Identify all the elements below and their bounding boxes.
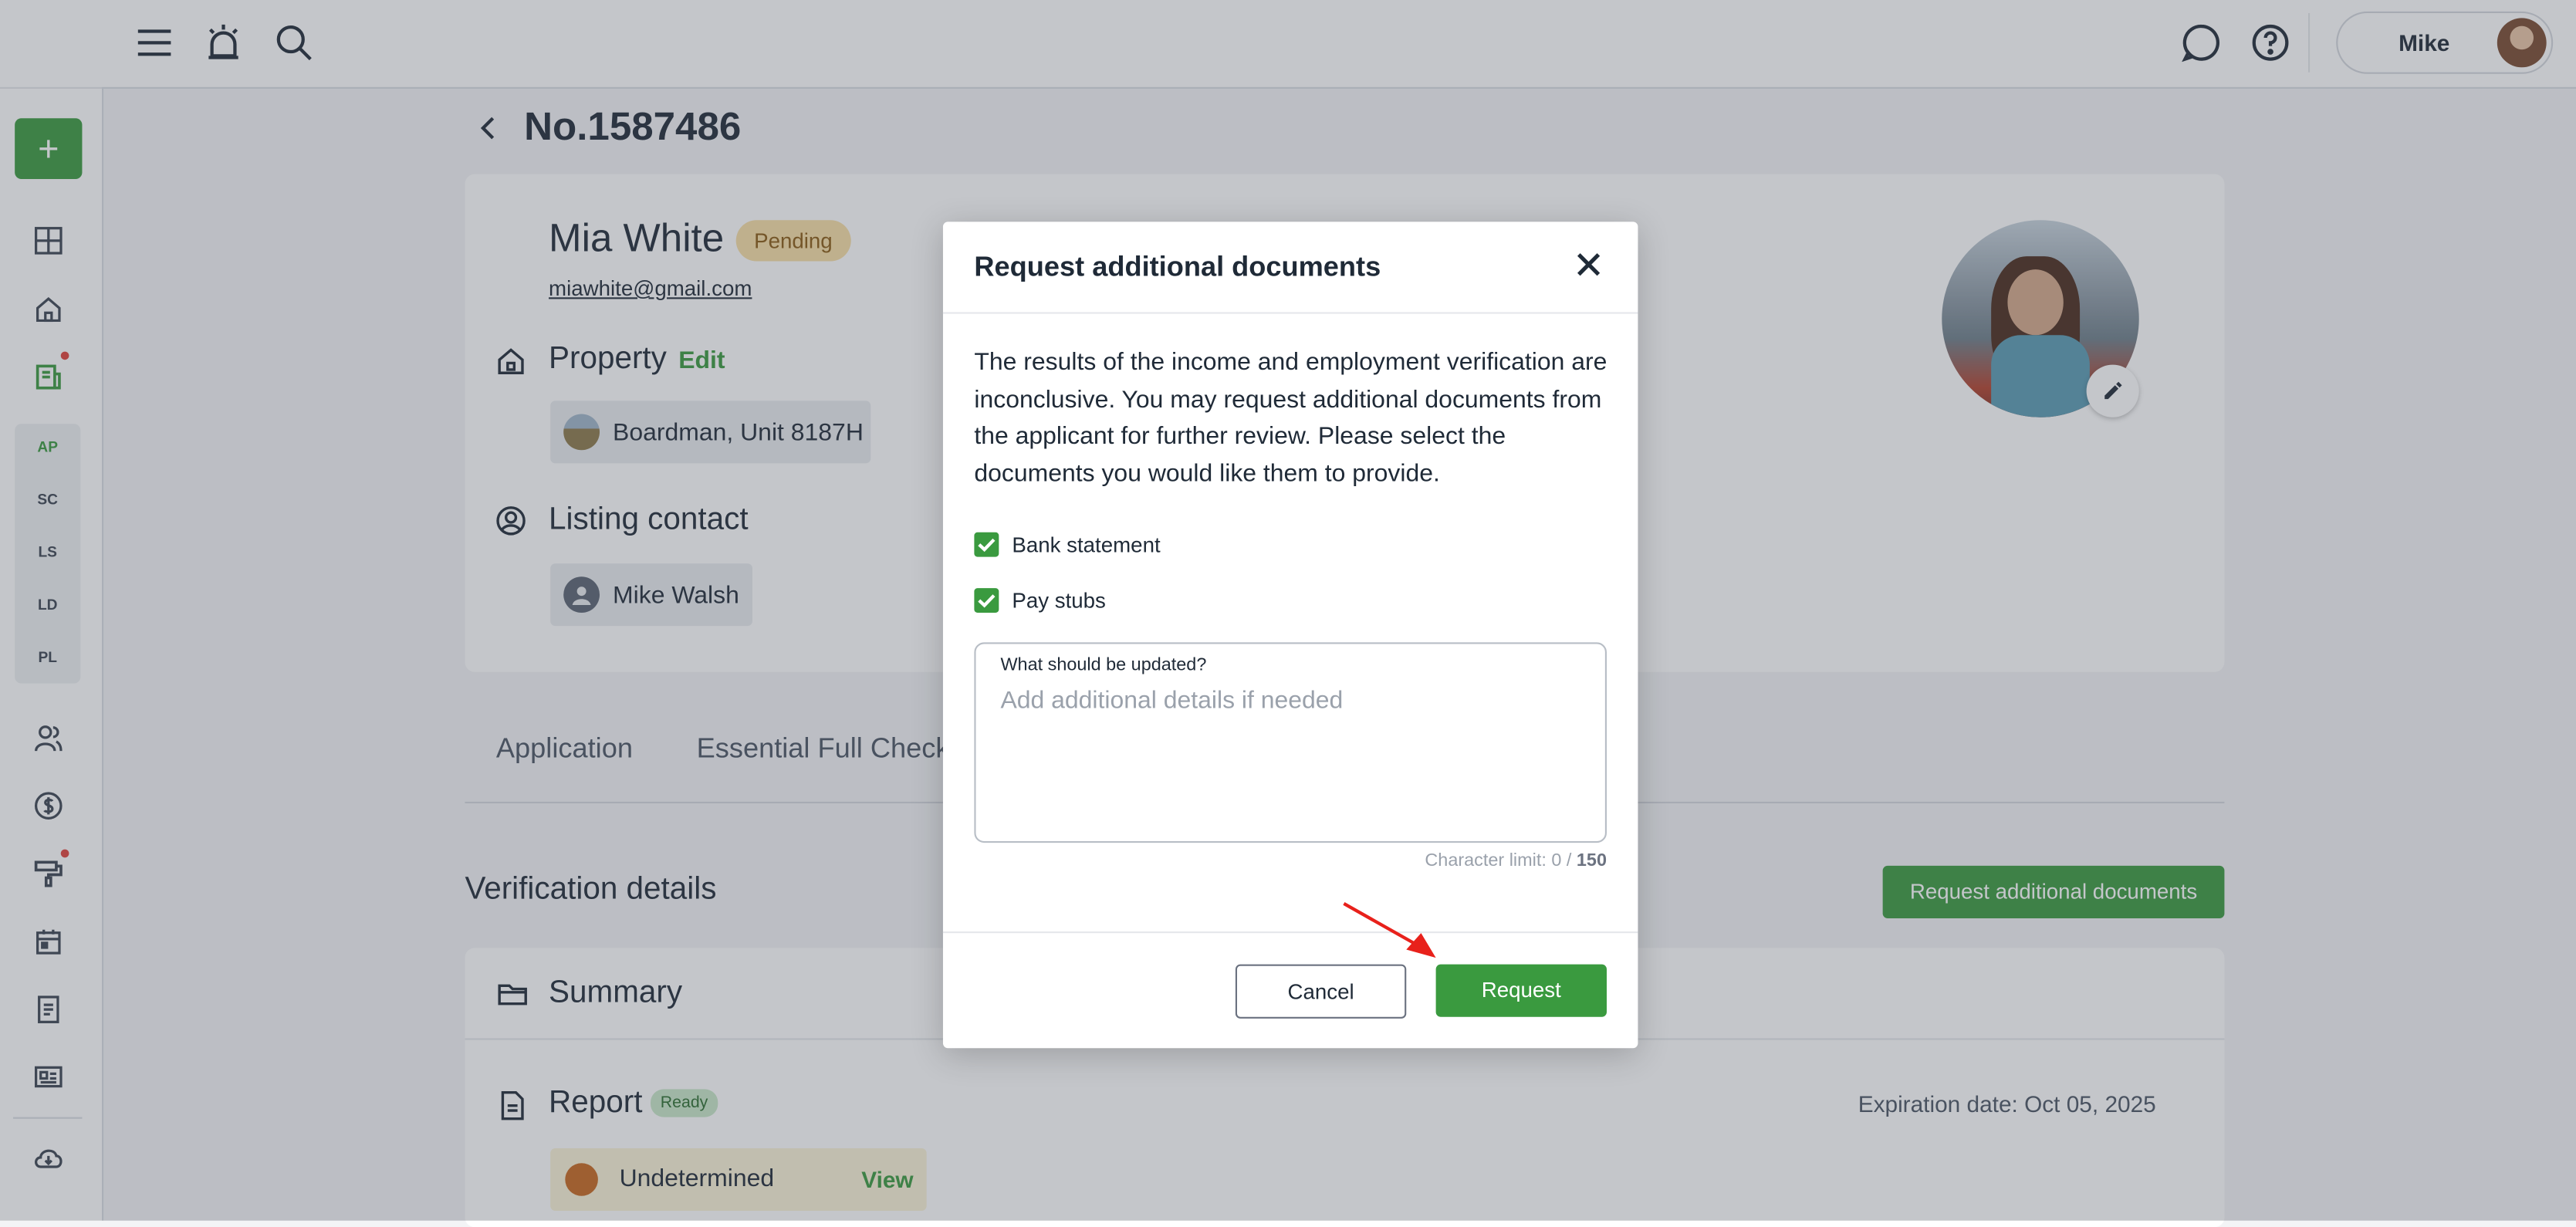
character-limit: Character limit: 0 / 150 [1425,850,1607,871]
pay-stubs-checkbox[interactable] [974,588,999,614]
modal-footer-divider [942,931,1638,934]
request-button[interactable]: Request [1435,964,1607,1017]
close-icon[interactable] [1572,248,1605,281]
details-textarea[interactable]: What should be updated? Add additional d… [974,642,1607,843]
cancel-button[interactable]: Cancel [1235,964,1407,1019]
modal-description: The results of the income and employment… [974,348,1607,488]
annotation-arrow-icon [1343,902,1436,958]
bank-statement-checkbox[interactable] [974,532,999,557]
modal-header: Request additional documents [942,221,1638,314]
request-documents-modal: Request additional documents The results… [942,221,1638,1049]
bank-statement-label: Bank statement [1012,532,1161,557]
textarea-label: What should be updated? [1000,655,1207,675]
textarea-placeholder: Add additional details if needed [1000,686,1344,715]
modal-title: Request additional documents [974,251,1381,283]
pay-stubs-label: Pay stubs [1012,588,1106,614]
